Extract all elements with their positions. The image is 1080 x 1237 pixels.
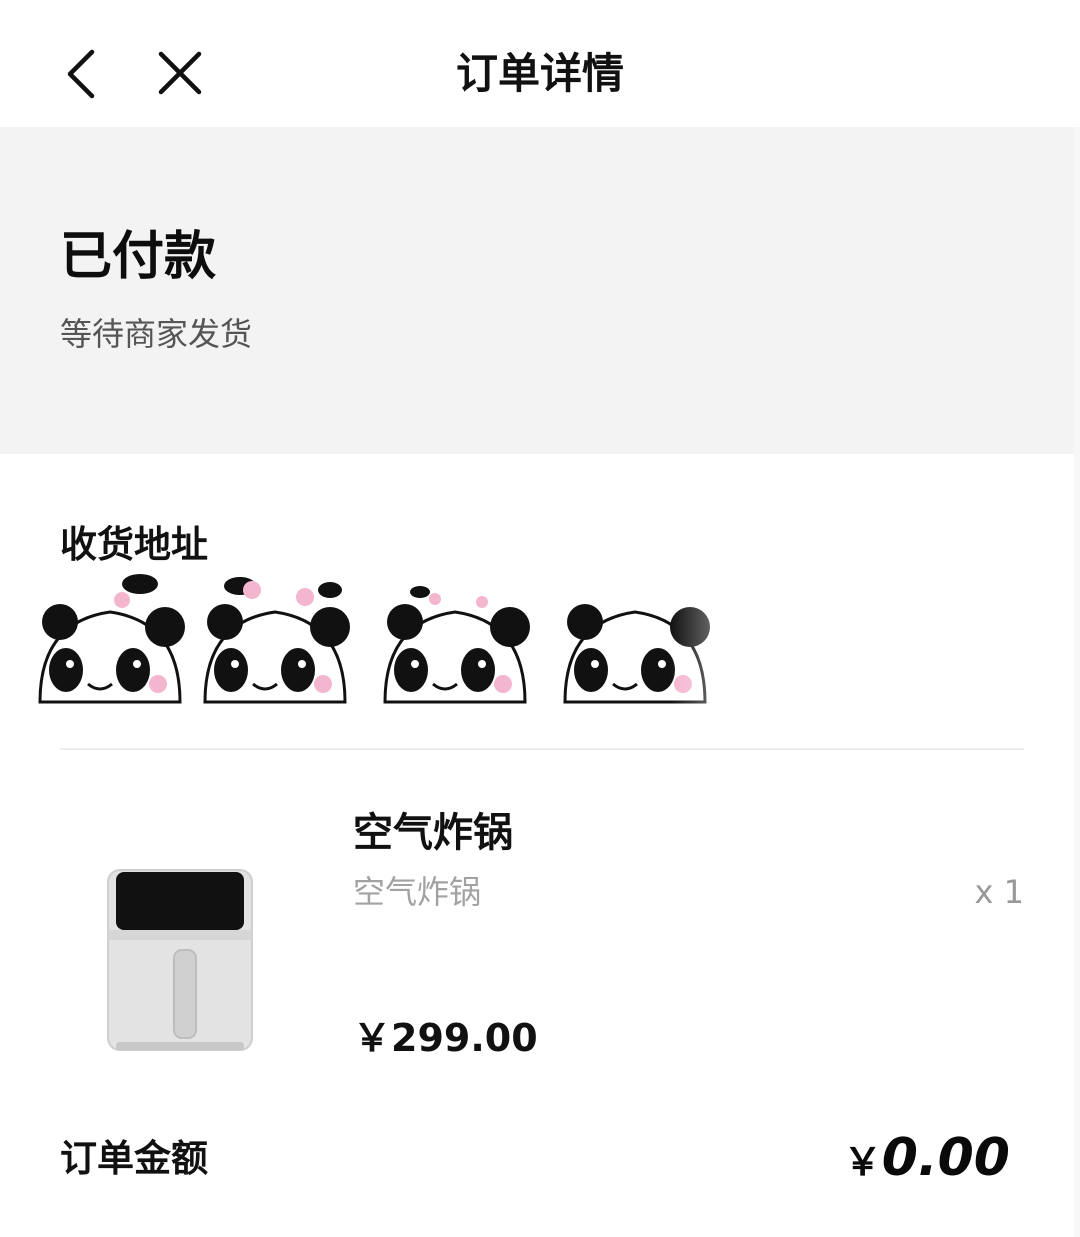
product-image[interactable] [60, 810, 310, 1080]
order-status-panel: 已付款 等待商家发货 [0, 127, 1080, 454]
order-total-amount: ￥0.00 [844, 1125, 1010, 1203]
section-divider [60, 748, 1024, 750]
product-name[interactable]: 空气炸锅 [353, 805, 513, 861]
address-privacy-sticker [30, 572, 790, 717]
air-fryer-icon [107, 869, 253, 1051]
product-spec: 空气炸锅 [353, 873, 482, 911]
order-total-label: 订单金额 [60, 1137, 208, 1180]
page-title: 订单详情 [455, 49, 624, 98]
order-total-value: 0.00 [881, 1128, 1010, 1188]
product-quantity: x 1 [974, 873, 1024, 911]
order-status-title: 已付款 [60, 227, 217, 287]
currency-symbol: ￥ [843, 1140, 882, 1184]
scrollbar-track [1074, 127, 1080, 1237]
panda-sticker-icon [38, 572, 790, 717]
top-navigation-bar: 订单详情 [0, 0, 1080, 127]
order-status-subtitle: 等待商家发货 [60, 315, 253, 353]
product-price: ￥299.00 [353, 1016, 538, 1060]
shipping-address-label: 收货地址 [60, 523, 208, 566]
